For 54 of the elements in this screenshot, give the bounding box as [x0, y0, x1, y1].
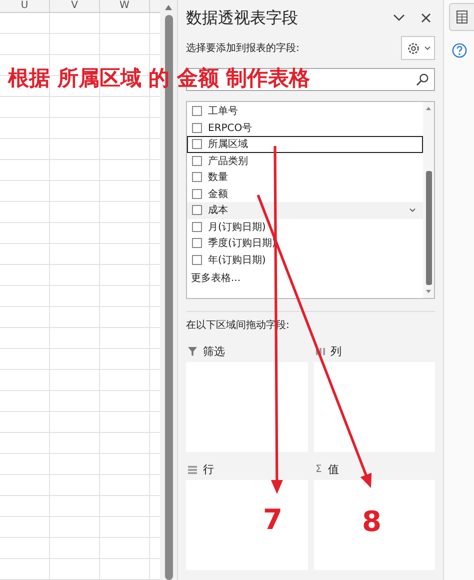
sigma-icon: Σ — [316, 464, 322, 474]
checkbox[interactable] — [192, 172, 202, 182]
annotation-headline: 根据 所属区域 的 金额 制作表格 — [8, 65, 310, 92]
dropdown-icon[interactable] — [409, 208, 416, 213]
drop-area[interactable] — [186, 480, 308, 570]
area-label: 列 — [330, 344, 342, 358]
field-item[interactable]: 产品类别 — [187, 152, 423, 169]
columns-icon — [316, 346, 324, 356]
checkbox[interactable] — [192, 106, 202, 116]
field-item[interactable]: ERPCO号 — [187, 120, 423, 136]
annotation-number: 8 — [362, 508, 382, 536]
search-icon — [416, 73, 429, 86]
scroll-up-icon[interactable] — [425, 106, 432, 111]
checkbox[interactable] — [192, 188, 202, 199]
drop-area[interactable] — [186, 362, 308, 452]
field-item[interactable]: 月(订购日期) — [187, 218, 423, 235]
drop-area[interactable] — [314, 362, 435, 452]
field-item[interactable]: 所属区域 — [187, 136, 423, 152]
checkbox[interactable] — [192, 238, 202, 248]
column-header[interactable]: U — [0, 0, 50, 12]
area-label: 行 — [203, 462, 214, 476]
annotation-number: 7 — [263, 506, 282, 534]
drop-area[interactable] — [314, 480, 435, 570]
filter-icon — [188, 346, 197, 356]
scroll-up-icon[interactable] — [164, 4, 173, 11]
checkbox[interactable] — [192, 156, 202, 166]
field-item[interactable]: 金额 — [187, 186, 423, 202]
field-list-tab[interactable] — [448, 3, 474, 31]
field-item[interactable]: 年(订购日期) — [187, 252, 423, 268]
help-icon[interactable] — [452, 43, 466, 58]
checkbox[interactable] — [192, 254, 202, 265]
sheet-icon — [456, 10, 468, 24]
checkbox[interactable] — [192, 139, 202, 150]
field-item[interactable]: 数量 — [187, 169, 423, 186]
field-item[interactable]: 成本 — [187, 202, 423, 218]
column-header[interactable]: W — [100, 0, 150, 12]
caret-icon — [424, 46, 430, 50]
chevron-icon[interactable] — [393, 14, 405, 22]
checkbox[interactable] — [192, 205, 202, 216]
prompt-text: 选择要添加到报表的字段: — [186, 42, 300, 55]
scrollbar[interactable] — [423, 102, 434, 298]
settings-icon — [406, 40, 420, 56]
more-tables-link[interactable]: 更多表格... — [187, 271, 241, 285]
close-icon[interactable] — [421, 13, 431, 23]
area-label: 值 — [328, 462, 339, 476]
pane-title: 数据透视表字段 — [186, 8, 299, 28]
area-label: 筛选 — [203, 344, 225, 358]
rows-icon — [188, 464, 197, 474]
settings-button[interactable] — [401, 36, 435, 60]
column-header[interactable]: V — [50, 0, 100, 12]
scroll-down-icon[interactable] — [425, 289, 432, 294]
checkbox[interactable] — [192, 222, 202, 232]
checkbox[interactable] — [192, 122, 202, 133]
field-item[interactable]: 工单号 — [187, 103, 423, 120]
